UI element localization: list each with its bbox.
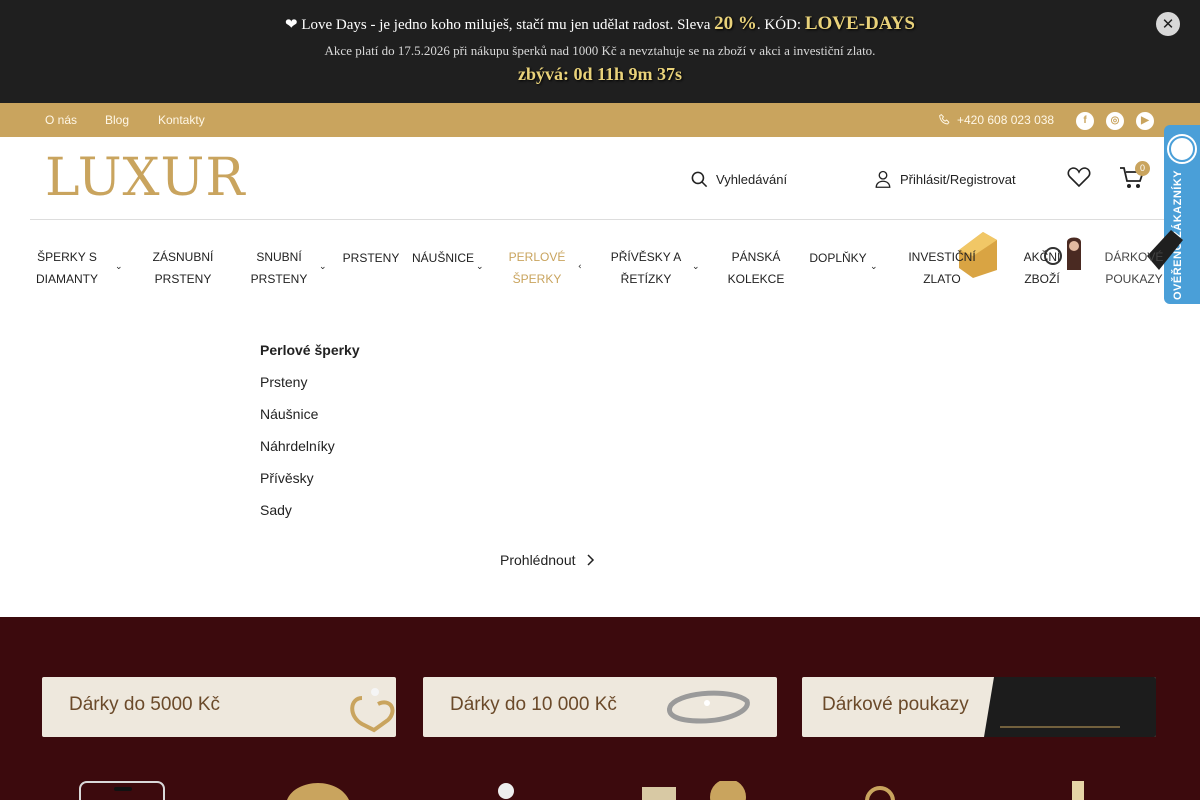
nav-zasnubni-prsteny[interactable]: ZÁSNUBNÍ PRSTENY — [148, 246, 218, 290]
verified-seal-icon — [1169, 136, 1195, 162]
login-label: Přihlásit/Registrovat — [900, 171, 1016, 187]
nav-label: PRSTENY — [250, 272, 308, 286]
browse-label: Prohlédnout — [500, 552, 576, 568]
chevron-down-icon: ⌄ — [692, 262, 700, 272]
promo-card-label: Dárky do 10 000 Kč — [450, 694, 617, 715]
promo-card-gift-vouchers[interactable]: Dárkové poukazy — [802, 677, 1156, 737]
chevron-down-icon: ⌄ — [115, 262, 123, 272]
wedding-rings-thumbnail — [642, 781, 746, 800]
cart-count-badge: 0 — [1135, 161, 1150, 176]
diamond-ring-thumbnail — [287, 783, 349, 800]
nav-sperky-s-diamanty[interactable]: ŠPERKY S DIAMANTY — [30, 246, 104, 290]
user-icon — [875, 170, 891, 188]
dropdown-item-privesky[interactable]: Přívěsky — [260, 470, 314, 486]
link-blog[interactable]: Blog — [105, 113, 129, 127]
pendant-thumbnail — [1072, 781, 1084, 800]
promo-card-label: Dárky do 5000 Kč — [69, 694, 221, 715]
phone-icon — [939, 113, 950, 125]
chevron-down-icon: ‹ — [578, 262, 582, 272]
promo-countdown: zbývá: 0d 11h 9m 37s — [517, 64, 683, 84]
nav-label: SNUBNÍ — [256, 250, 302, 264]
promo-headline: ❤ Love Days - je jedno koho miluješ, sta… — [0, 13, 1200, 35]
promo-terms: Akce platí do 17.5.2026 při nákupu šperk… — [324, 43, 876, 58]
promo-prefix: ❤ Love Days - je jedno koho miluješ, sta… — [285, 17, 715, 33]
dropdown-item-sady[interactable]: Sady — [260, 502, 292, 518]
signet-ring-thumbnail — [865, 786, 895, 800]
top-bar: O nás Blog Kontakty +420 608 023 038 f ◎… — [0, 103, 1200, 137]
close-icon[interactable]: ✕ — [1156, 12, 1180, 36]
nav-akcni-zbozi[interactable]: AKČNÍ ZBOŽÍ — [1020, 246, 1064, 290]
chevron-down-icon: ⌄ — [319, 262, 327, 272]
nav-label: DIAMANTY — [35, 272, 98, 286]
facebook-icon[interactable]: f — [1076, 112, 1094, 130]
chevron-down-icon: ⌄ — [476, 262, 484, 272]
nav-label: INVESTIČNÍ — [908, 250, 976, 264]
nav-label: ZLATO — [923, 272, 961, 286]
search-button[interactable]: Vyhledávání — [690, 167, 787, 191]
youtube-icon[interactable]: ▶ — [1136, 112, 1154, 130]
search-label: Vyhledávání — [716, 171, 788, 187]
phone-link[interactable]: +420 608 023 038 — [938, 113, 1054, 127]
instagram-icon[interactable]: ◎ — [1106, 112, 1124, 130]
chevron-right-icon — [587, 554, 595, 566]
search-icon — [691, 171, 708, 187]
nav-label: ZBOŽÍ — [1024, 272, 1060, 286]
dropdown-item-nausnice[interactable]: Náušnice — [260, 406, 318, 422]
nav-label: AKČNÍ — [1023, 250, 1061, 264]
nav-darkove-poukazy[interactable]: DÁRKOVÉ POUKAZY — [1102, 246, 1166, 290]
logo[interactable]: LUXUR — [45, 148, 246, 208]
verified-badge[interactable]: OVĚŘENO ZÁKAZNÍKY — [1164, 125, 1200, 304]
nav-label: ŠPERKY — [512, 272, 562, 286]
promo-code-label: . KÓD: — [756, 17, 805, 33]
engagement-ring-thumbnail — [498, 783, 514, 799]
browse-link[interactable]: Prohlédnout — [500, 552, 595, 568]
dropdown-item-prsteny[interactable]: Prsteny — [260, 374, 307, 390]
promo-card-gifts-10000[interactable]: Dárky do 10 000 Kč — [423, 677, 777, 737]
nav-label: ŘETÍZKY — [620, 272, 672, 286]
nav-privesky-a-retizky[interactable]: PŘÍVĚSKY A ŘETÍZKY — [608, 246, 684, 290]
nav-label: PRSTENY — [154, 272, 212, 286]
nav-label: NÁUŠNICE — [412, 251, 475, 265]
nav-panska-kolekce[interactable]: PÁNSKÁ KOLEKCE — [724, 246, 788, 290]
heart-pendant-icon — [350, 688, 395, 733]
nav-label: PERLOVÉ — [508, 250, 566, 264]
promo-discount: 20 % — [714, 13, 757, 34]
header-divider — [30, 219, 1170, 220]
promo-card-gifts-5000[interactable]: Dárky do 5000 Kč — [42, 677, 396, 737]
nav-label: PÁNSKÁ — [731, 250, 781, 264]
nav-prsteny[interactable]: PRSTENY — [340, 247, 402, 269]
nav-doplnky[interactable]: DOPLŇKY — [808, 247, 868, 269]
nav-label: KOLEKCE — [727, 272, 785, 286]
nav-label: ŠPERKY S — [37, 250, 97, 264]
phone-product-thumbnail — [79, 781, 165, 800]
promo-code: LOVE-DAYS — [804, 13, 915, 34]
phone-number: +420 608 023 038 — [957, 113, 1055, 127]
dropdown-item-nahrdelniky[interactable]: Náhrdelníky — [260, 438, 335, 454]
nav-label: POUKAZY — [1105, 272, 1163, 286]
nav-perlove-sperky[interactable]: PERLOVÉ ŠPERKY — [506, 246, 568, 290]
link-o-nas[interactable]: O nás — [45, 113, 77, 127]
promo-card-label: Dárkové poukazy — [822, 694, 969, 715]
wishlist-icon[interactable] — [1067, 166, 1091, 188]
nav-label: PRSTENY — [342, 251, 400, 265]
nav-label: PŘÍVĚSKY A — [610, 250, 682, 264]
voucher-card-icon — [984, 677, 1156, 737]
dropdown-heading[interactable]: Perlové šperky — [260, 342, 360, 358]
nav-snubni-prsteny[interactable]: SNUBNÍ PRSTENY — [247, 246, 311, 290]
nav-label: DÁRKOVÉ — [1104, 250, 1164, 264]
login-button[interactable]: Přihlásit/Registrovat — [874, 167, 1016, 191]
chevron-down-icon: ⌄ — [870, 262, 878, 272]
nav-investicni-zlato[interactable]: INVESTIČNÍ ZLATO — [905, 246, 979, 290]
nav-label: ZÁSNUBNÍ — [152, 250, 214, 264]
nav-nausnice[interactable]: NÁUŠNICE — [412, 247, 475, 269]
promo-banner: ❤ Love Days - je jedno koho miluješ, sta… — [0, 0, 1200, 103]
silver-ring-icon — [667, 690, 750, 724]
link-kontakty[interactable]: Kontakty — [158, 113, 205, 127]
nav-label: DOPLŇKY — [809, 251, 867, 265]
